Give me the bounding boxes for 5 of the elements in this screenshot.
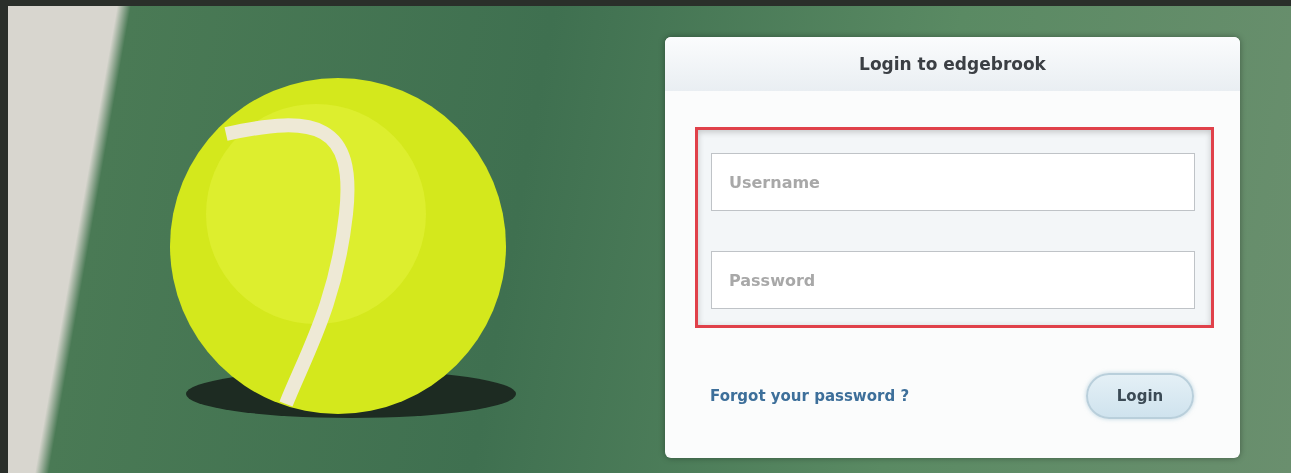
login-title: Login to edgebrook (859, 54, 1046, 74)
username-field[interactable]: Username (711, 153, 1195, 211)
login-button[interactable]: Login (1086, 373, 1194, 419)
forgot-password-link[interactable]: Forgot your password ? (710, 387, 910, 405)
password-field[interactable]: Password (711, 251, 1195, 309)
